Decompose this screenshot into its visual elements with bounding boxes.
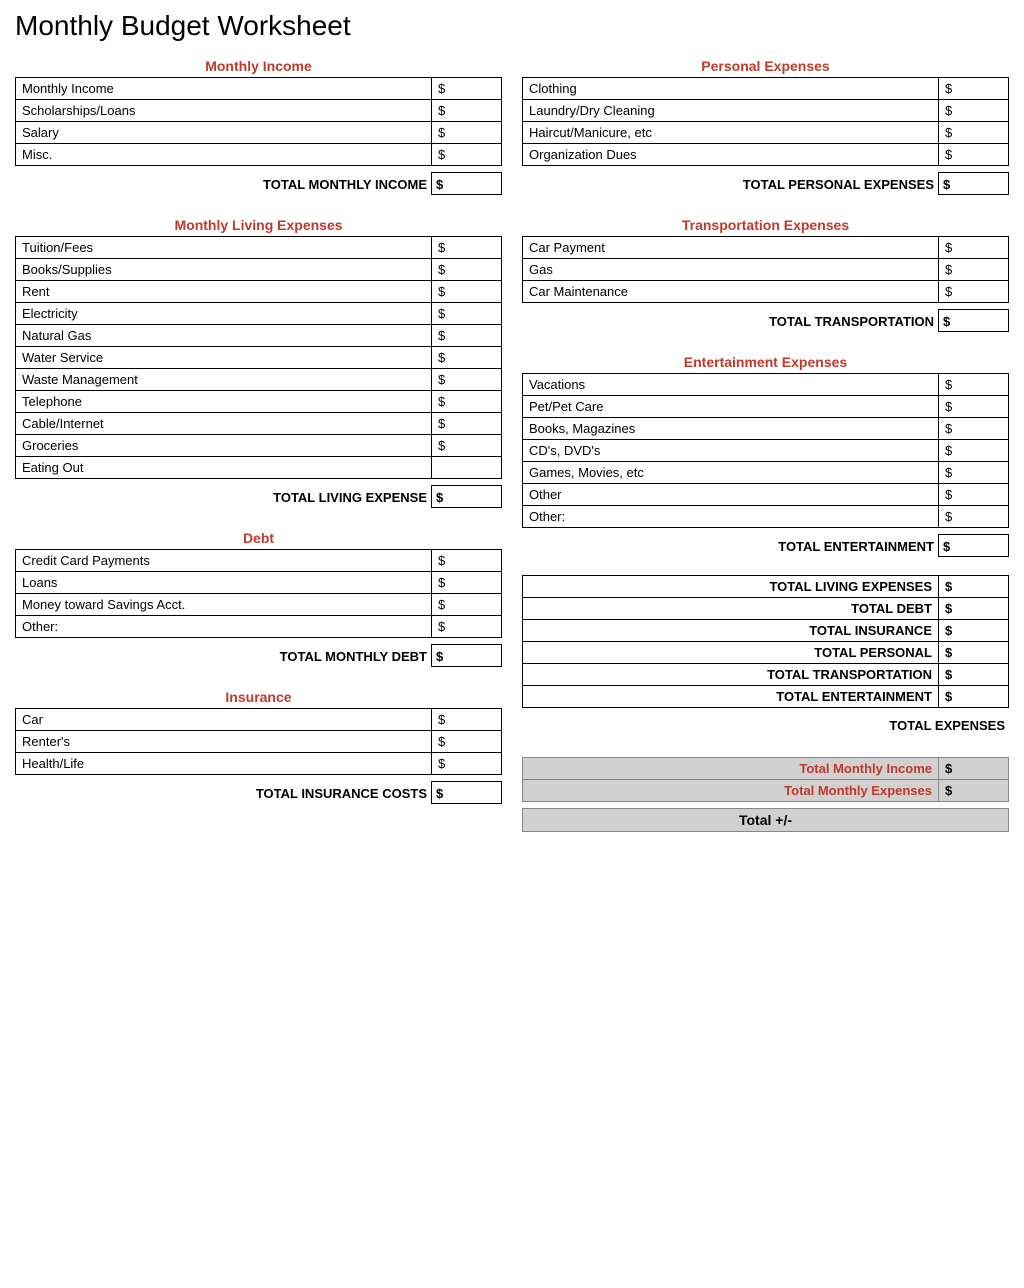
transportation-total-label: TOTAL TRANSPORTATION: [522, 310, 939, 332]
summary-row: TOTAL DEBT$: [523, 598, 1009, 620]
living-expenses-heading: Monthly Living Expenses: [15, 213, 502, 236]
insurance-total-label: TOTAL INSURANCE COSTS: [15, 782, 432, 804]
grand-total-section: Total Monthly Income$Total Monthly Expen…: [522, 757, 1009, 832]
debt-table: Credit Card Payments$Loans$Money toward …: [15, 549, 502, 638]
table-row: Tuition/Fees$: [16, 237, 502, 259]
living-expenses-table: Tuition/Fees$Books/Supplies$Rent$Electri…: [15, 236, 502, 479]
monthly-income-total-value: $: [432, 173, 502, 195]
table-row: Groceries$: [16, 435, 502, 457]
entertainment-table: Vacations$Pet/Pet Care$Books, Magazines$…: [522, 373, 1009, 528]
table-row: Pet/Pet Care$: [523, 396, 1009, 418]
table-row: Gas$: [523, 259, 1009, 281]
living-expenses-total-table: TOTAL LIVING EXPENSE $: [15, 485, 502, 508]
table-row: Rent$: [16, 281, 502, 303]
table-row: Renter's$: [16, 731, 502, 753]
debt-total-table: TOTAL MONTHLY DEBT $: [15, 644, 502, 667]
table-row: Electricity$: [16, 303, 502, 325]
table-row: Books/Supplies$: [16, 259, 502, 281]
insurance-table: Car$Renter's$Health/Life$: [15, 708, 502, 775]
monthly-income-total-table: TOTAL MONTHLY INCOME $: [15, 172, 502, 195]
table-row: Car Maintenance$: [523, 281, 1009, 303]
table-row: Laundry/Dry Cleaning$: [523, 100, 1009, 122]
table-row: Car$: [16, 709, 502, 731]
table-row: Organization Dues$: [523, 144, 1009, 166]
table-row: Credit Card Payments$: [16, 550, 502, 572]
monthly-income-total-label: TOTAL MONTHLY INCOME: [15, 173, 432, 195]
living-expenses-total-value: $: [432, 486, 502, 508]
table-row: Vacations$: [523, 374, 1009, 396]
final-label: Total +/-: [523, 809, 1009, 832]
table-row: Other$: [523, 484, 1009, 506]
table-row: Haircut/Manicure, etc$: [523, 122, 1009, 144]
total-expenses-table: TOTAL EXPENSES: [522, 714, 1009, 735]
insurance-total-value: $: [432, 782, 502, 804]
grand-total-table: Total Monthly Income$Total Monthly Expen…: [522, 757, 1009, 802]
grand-total-row: Total Monthly Income$: [523, 758, 1009, 780]
table-row: Monthly Income$: [16, 78, 502, 100]
table-row: Money toward Savings Acct.$: [16, 594, 502, 616]
personal-total-value: $: [939, 173, 1009, 195]
personal-total-label: TOTAL PERSONAL EXPENSES: [522, 173, 939, 195]
transportation-total-table: TOTAL TRANSPORTATION $: [522, 309, 1009, 332]
debt-total-label: TOTAL MONTHLY DEBT: [15, 645, 432, 667]
right-column: Personal Expenses Clothing$Laundry/Dry C…: [522, 54, 1009, 838]
table-row: Scholarships/Loans$: [16, 100, 502, 122]
transportation-total-value: $: [939, 310, 1009, 332]
left-column: Monthly Income Monthly Income$Scholarshi…: [15, 54, 502, 838]
final-total-table: Total +/-: [522, 808, 1009, 832]
personal-expenses-heading: Personal Expenses: [522, 54, 1009, 77]
table-row: CD's, DVD's$: [523, 440, 1009, 462]
transportation-table: Car Payment$Gas$Car Maintenance$: [522, 236, 1009, 303]
insurance-total-table: TOTAL INSURANCE COSTS $: [15, 781, 502, 804]
table-row: Clothing$: [523, 78, 1009, 100]
living-expenses-total-label: TOTAL LIVING EXPENSE: [15, 486, 432, 508]
grand-total-row: Total Monthly Expenses$: [523, 780, 1009, 802]
total-expenses-label: TOTAL EXPENSES: [522, 714, 1009, 735]
table-row: Loans$: [16, 572, 502, 594]
table-row: Telephone$: [16, 391, 502, 413]
summary-row: TOTAL TRANSPORTATION$: [523, 664, 1009, 686]
entertainment-total-value: $: [939, 535, 1009, 557]
summary-row: TOTAL INSURANCE$: [523, 620, 1009, 642]
personal-expenses-table: Clothing$Laundry/Dry Cleaning$Haircut/Ma…: [522, 77, 1009, 166]
page-title: Monthly Budget Worksheet: [15, 10, 1009, 46]
table-row: Water Service$: [16, 347, 502, 369]
monthly-income-heading: Monthly Income: [15, 54, 502, 77]
table-row: Car Payment$: [523, 237, 1009, 259]
table-row: Eating Out: [16, 457, 502, 479]
entertainment-heading: Entertainment Expenses: [522, 350, 1009, 373]
table-row: Other:$: [523, 506, 1009, 528]
summary-row: TOTAL LIVING EXPENSES$: [523, 576, 1009, 598]
insurance-heading: Insurance: [15, 685, 502, 708]
summary-row: TOTAL PERSONAL$: [523, 642, 1009, 664]
entertainment-total-label: TOTAL ENTERTAINMENT: [522, 535, 939, 557]
table-row: Waste Management$: [16, 369, 502, 391]
summary-table: TOTAL LIVING EXPENSES$TOTAL DEBT$TOTAL I…: [522, 575, 1009, 708]
table-row: Cable/Internet$: [16, 413, 502, 435]
entertainment-total-table: TOTAL ENTERTAINMENT $: [522, 534, 1009, 557]
personal-expenses-total-table: TOTAL PERSONAL EXPENSES $: [522, 172, 1009, 195]
table-row: Books, Magazines$: [523, 418, 1009, 440]
table-row: Other:$: [16, 616, 502, 638]
summary-row: TOTAL ENTERTAINMENT$: [523, 686, 1009, 708]
debt-total-value: $: [432, 645, 502, 667]
monthly-income-table: Monthly Income$Scholarships/Loans$Salary…: [15, 77, 502, 166]
debt-heading: Debt: [15, 526, 502, 549]
table-row: Misc.$: [16, 144, 502, 166]
table-row: Games, Movies, etc$: [523, 462, 1009, 484]
transportation-heading: Transportation Expenses: [522, 213, 1009, 236]
table-row: Natural Gas$: [16, 325, 502, 347]
table-row: Salary$: [16, 122, 502, 144]
table-row: Health/Life$: [16, 753, 502, 775]
